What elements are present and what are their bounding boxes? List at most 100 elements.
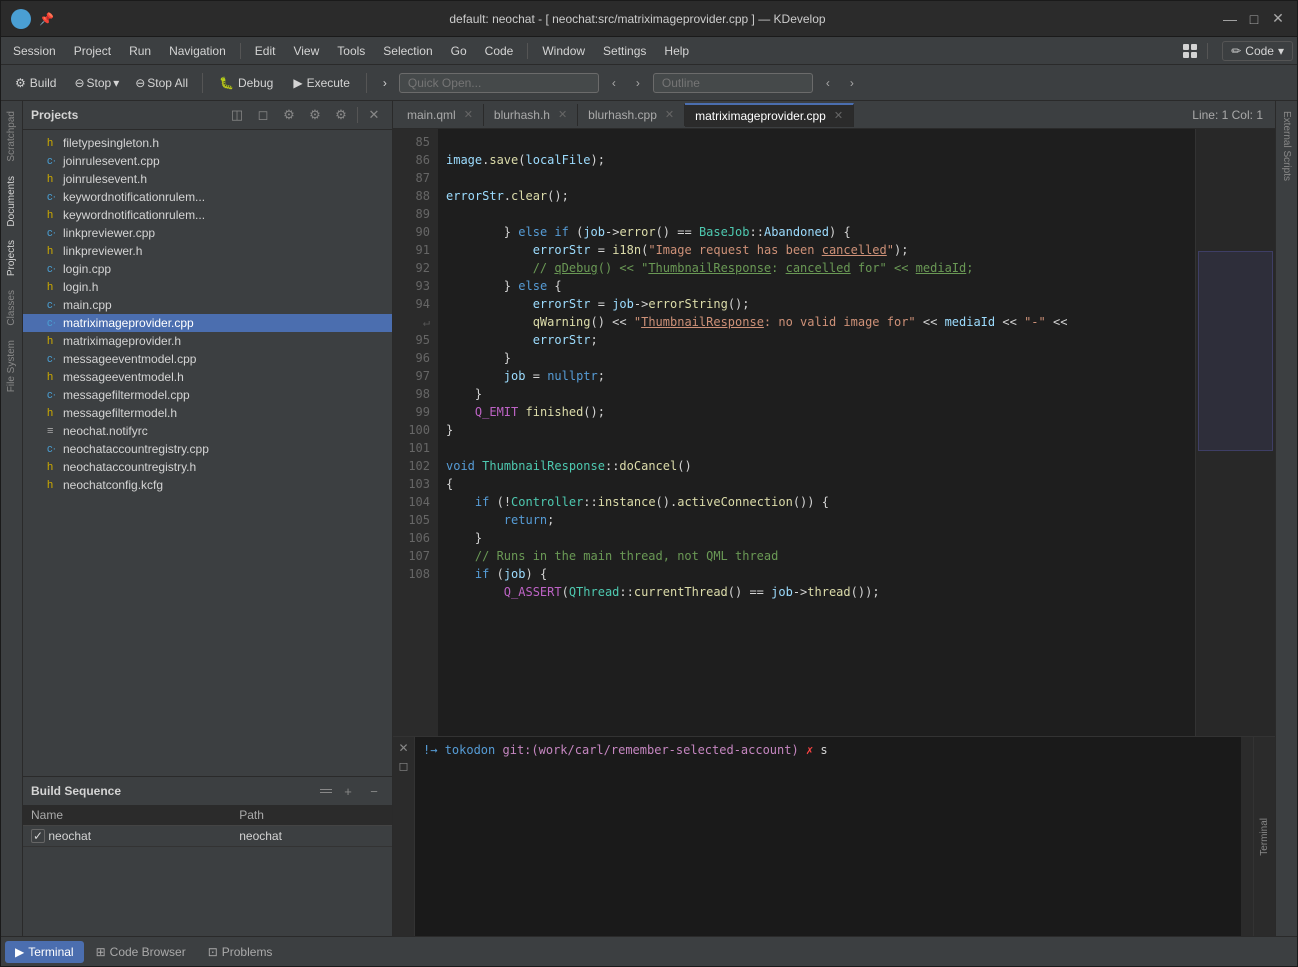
sidebar-projects[interactable]: Projects	[4, 234, 19, 282]
projects-more-button[interactable]: ⚙	[331, 105, 351, 125]
tree-item-linkpreviewer-cpp[interactable]: c· linkpreviewer.cpp	[23, 224, 392, 242]
debug-label: Debug	[238, 76, 273, 90]
projects-gear-button[interactable]: ⚙	[305, 105, 325, 125]
tree-item-messageeventmodel-cpp[interactable]: c· messageeventmodel.cpp	[23, 350, 392, 368]
more-button[interactable]: ›	[375, 73, 395, 93]
code-browser-tab-icon: ⊞	[96, 945, 106, 959]
build-row-checkbox[interactable]: ✓	[31, 829, 45, 843]
tree-item-matriximageprovider-cpp[interactable]: c· matriximageprovider.cpp	[23, 314, 392, 332]
tree-item-neochataccountregistry-cpp[interactable]: c· neochataccountregistry.cpp	[23, 440, 392, 458]
terminal-close-icon[interactable]: ✕	[398, 741, 408, 755]
tree-item-neochat-notifyrc[interactable]: ≡ neochat.notifyrc	[23, 422, 392, 440]
projects-pin-button[interactable]: ◫	[227, 105, 247, 125]
tree-item-neochataccountregistry-h[interactable]: h neochataccountregistry.h	[23, 458, 392, 476]
tree-item-login-cpp[interactable]: c· login.cpp	[23, 260, 392, 278]
tree-item-keywordnotificationrulem-h[interactable]: h keywordnotificationrulem...	[23, 206, 392, 224]
stop-dropdown[interactable]: ⊖ Stop ▾	[68, 73, 125, 93]
tree-item-keywordnotificationrulem-cpp[interactable]: c· keywordnotificationrulem...	[23, 188, 392, 206]
tab-matriximageprovider-close[interactable]: ✕	[834, 109, 843, 122]
bottom-tab-terminal[interactable]: ▶ Terminal	[5, 941, 84, 963]
projects-header: Projects ◫ ◻ ⚙ ⚙ ⚙ ✕	[23, 101, 392, 130]
tab-matriximageprovider-cpp[interactable]: matriximageprovider.cpp ✕	[685, 103, 854, 127]
maximize-button[interactable]: □	[1245, 10, 1263, 28]
nav-back-button[interactable]: ‹	[603, 72, 625, 94]
menu-session[interactable]: Session	[5, 41, 64, 61]
tree-item-neochatconfig-kcfg[interactable]: h neochatconfig.kcfg	[23, 476, 392, 494]
code-editor[interactable]: image.save(localFile); errorStr.clear();…	[438, 129, 1195, 736]
external-scripts-label[interactable]: External Scripts	[1279, 105, 1294, 187]
tree-item-linkpreviewer-h[interactable]: h linkpreviewer.h	[23, 242, 392, 260]
bottom-tab-problems[interactable]: ⊡ Problems	[198, 941, 283, 963]
outline-next-button[interactable]: ›	[841, 72, 863, 94]
tree-item-messagefiltermodel-h[interactable]: h messagefiltermodel.h	[23, 404, 392, 422]
sidebar-scratchpad[interactable]: Scratchpad	[4, 105, 19, 168]
minimize-button[interactable]: —	[1221, 10, 1239, 28]
file-h-icon: h	[47, 245, 63, 257]
projects-expand-button[interactable]: ◻	[253, 105, 273, 125]
execute-button[interactable]: ▶ Execute	[285, 73, 358, 93]
tree-item-messagefiltermodel-cpp[interactable]: c· messagefiltermodel.cpp	[23, 386, 392, 404]
tab-blurhash-cpp[interactable]: blurhash.cpp ✕	[578, 104, 685, 126]
tab-blurhash-cpp-close[interactable]: ✕	[665, 108, 674, 121]
build-label: Build	[30, 76, 57, 90]
menu-run[interactable]: Run	[121, 41, 159, 61]
terminal-path: tokodon	[445, 743, 496, 757]
terminal-scrollbar[interactable]	[1241, 737, 1253, 936]
bottom-tab-code-browser[interactable]: ⊞ Code Browser	[86, 941, 196, 963]
file-cpp-icon: c·	[47, 191, 63, 203]
editor: 85 86 87 88 89 90 91 92 93 94 ↵ 95 96 97	[393, 129, 1275, 736]
terminal-content[interactable]: !→ tokodon git:(work/carl/remember-selec…	[415, 737, 1241, 936]
menu-code[interactable]: Code	[477, 41, 522, 61]
menu-tools[interactable]: Tools	[329, 41, 373, 61]
outline-prev-button[interactable]: ‹	[817, 72, 839, 94]
menu-go[interactable]: Go	[443, 41, 475, 61]
tab-blurhash-h-close[interactable]: ✕	[558, 108, 567, 121]
tree-item-filetypesingleton-h[interactable]: h filetypesingleton.h	[23, 134, 392, 152]
menu-edit[interactable]: Edit	[247, 41, 284, 61]
sidebar-classes[interactable]: Classes	[4, 284, 19, 332]
menu-help[interactable]: Help	[656, 41, 697, 61]
projects-settings-button[interactable]: ⚙	[279, 105, 299, 125]
pencil-icon: ✏	[1231, 44, 1241, 58]
menu-bar: Session Project Run Navigation Edit View…	[1, 37, 1297, 65]
tree-item-login-h[interactable]: h login.h	[23, 278, 392, 296]
stop-icon: ⊖	[74, 76, 84, 90]
tree-item-joinrulesevent-cpp[interactable]: c· joinrulesevent.cpp	[23, 152, 392, 170]
build-seq-remove-button[interactable]: −	[364, 781, 384, 801]
build-button[interactable]: ⚙ Build	[7, 73, 64, 93]
tab-main-qml-close[interactable]: ✕	[464, 108, 473, 121]
terminal-line: !→ tokodon git:(work/carl/remember-selec…	[423, 741, 1233, 759]
file-cpp-icon: c·	[47, 317, 63, 329]
menu-window[interactable]: Window	[534, 41, 593, 61]
tabs-bar: main.qml ✕ blurhash.h ✕ blurhash.cpp ✕ m…	[393, 101, 1275, 129]
menu-project[interactable]: Project	[66, 41, 119, 61]
bottom-bar: ▶ Terminal ⊞ Code Browser ⊡ Problems	[1, 936, 1297, 966]
sidebar-filesystem[interactable]: File System	[4, 334, 19, 398]
stop-all-dropdown[interactable]: ⊖ Stop All	[129, 73, 194, 93]
tree-item-joinrulesevent-h[interactable]: h joinrulesevent.h	[23, 170, 392, 188]
menu-view[interactable]: View	[285, 41, 327, 61]
projects-title: Projects	[31, 108, 78, 122]
nav-forward-button[interactable]: ›	[627, 72, 649, 94]
code-mode-button[interactable]: ✏ Code ▾	[1222, 41, 1293, 61]
quick-open-input[interactable]	[399, 73, 599, 93]
file-h-icon: h	[47, 209, 63, 221]
menu-selection[interactable]: Selection	[375, 41, 440, 61]
menu-navigation[interactable]: Navigation	[161, 41, 234, 61]
projects-close-button[interactable]: ✕	[364, 105, 384, 125]
tab-blurhash-h[interactable]: blurhash.h ✕	[484, 104, 578, 126]
tree-item-matriximageprovider-h[interactable]: h matriximageprovider.h	[23, 332, 392, 350]
tree-item-main-cpp[interactable]: c· main.cpp	[23, 296, 392, 314]
tree-item-messageeventmodel-h[interactable]: h messageeventmodel.h	[23, 368, 392, 386]
outline-input[interactable]	[653, 73, 813, 93]
build-row[interactable]: ✓ neochat neochat	[23, 826, 392, 847]
debug-button[interactable]: 🐛 Debug	[211, 73, 281, 93]
menu-settings[interactable]: Settings	[595, 41, 654, 61]
terminal-expand-icon[interactable]: ◻	[399, 759, 409, 773]
sidebar-documents[interactable]: Documents	[4, 170, 19, 233]
close-button[interactable]: ✕	[1269, 10, 1287, 28]
build-seq-add-button[interactable]: +	[338, 781, 358, 801]
tabs-right: Line: 1 Col: 1	[1192, 108, 1271, 122]
tab-main-qml[interactable]: main.qml ✕	[397, 104, 484, 126]
title-bar-left: 📌	[11, 9, 54, 29]
